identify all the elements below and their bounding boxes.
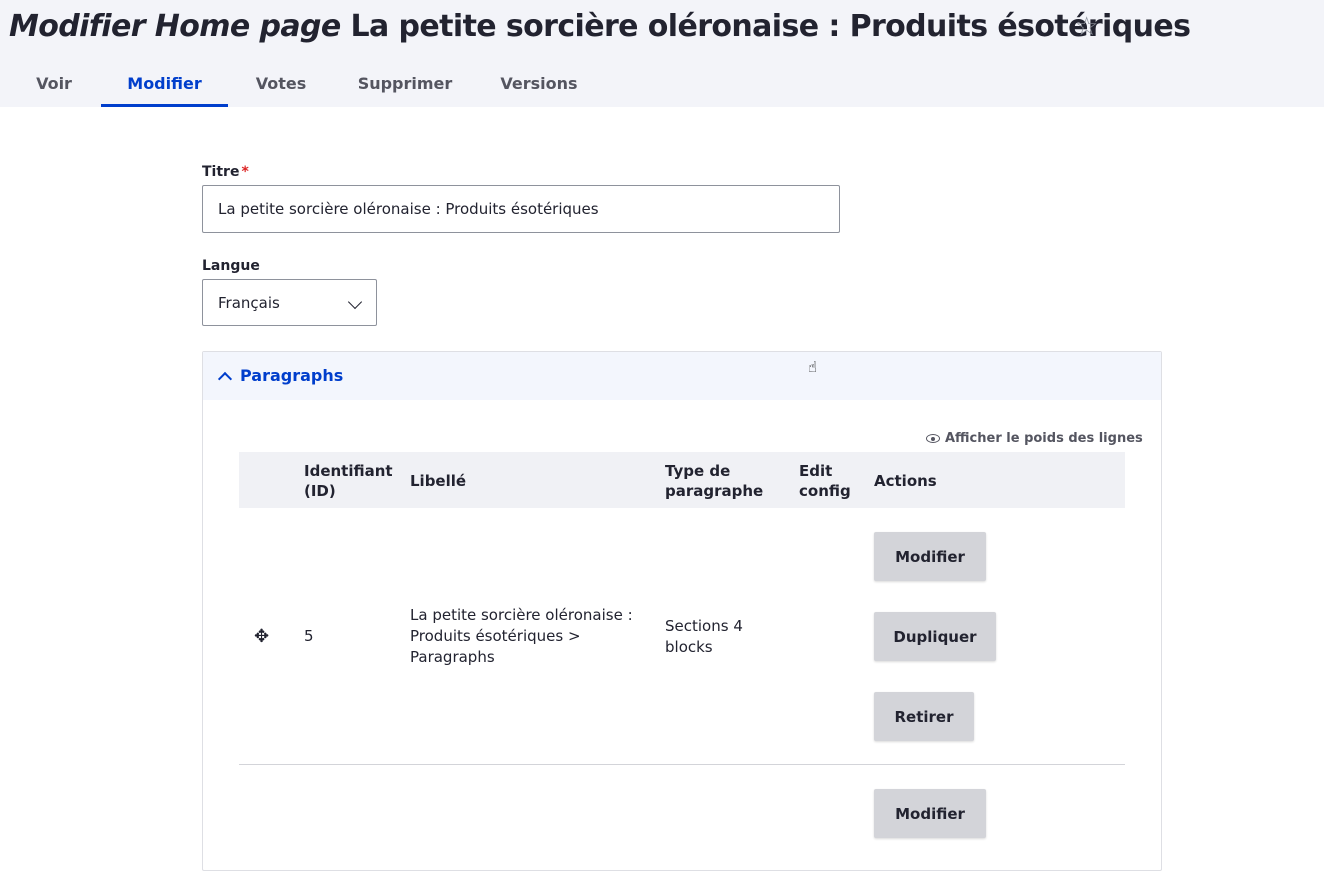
column-header-actions: Actions — [874, 472, 937, 490]
table-header: Identifiant (ID) Libellé Type de paragra… — [239, 452, 1125, 508]
column-header-edit-config: Edit config — [799, 462, 851, 500]
row-label: La petite sorcière oléronaise : Produits… — [410, 606, 633, 666]
title-label: Titre * — [202, 164, 249, 180]
tab-label: Votes — [255, 74, 307, 93]
row-id: 5 — [304, 627, 314, 645]
tab-label: Versions — [500, 74, 578, 93]
edit-button[interactable]: Modifier — [874, 789, 986, 838]
required-mark: * — [241, 164, 249, 180]
eye-icon — [926, 434, 940, 443]
column-header-label: Libellé — [410, 472, 467, 490]
show-weights-toggle[interactable]: Afficher le poids des lignes — [926, 431, 1143, 446]
row-divider — [239, 764, 1125, 765]
tab-label: Supprimer — [357, 74, 453, 93]
chevron-up-icon — [217, 371, 233, 387]
tab-label: Modifier — [127, 74, 202, 93]
drag-handle-icon[interactable]: ✥ — [254, 627, 269, 647]
paragraphs-summary[interactable]: Paragraphs — [203, 352, 1161, 400]
tab-versions[interactable]: Versions — [490, 60, 588, 107]
star-icon[interactable]: ☆ — [1075, 12, 1098, 42]
row-type: Sections 4 blocks — [665, 617, 743, 656]
edit-button[interactable]: Modifier — [874, 532, 986, 581]
title-input-value: La petite sorcière oléronaise : Produits… — [218, 200, 599, 218]
column-header-id: Identifiant (ID) — [304, 462, 393, 500]
page-header: Modifier Home page La petite sorcière ol… — [0, 0, 1324, 107]
chevron-down-icon — [347, 294, 363, 310]
show-weights-label: Afficher le poids des lignes — [945, 431, 1143, 446]
tab-supprimer[interactable]: Supprimer — [350, 60, 460, 107]
tab-modifier[interactable]: Modifier — [101, 60, 228, 107]
tab-voir[interactable]: Voir — [20, 60, 88, 107]
language-select-value: Français — [218, 293, 280, 312]
paragraphs-details: Paragraphs Afficher le poids des lignes … — [202, 351, 1162, 871]
remove-button[interactable]: Retirer — [874, 692, 974, 741]
duplicate-button[interactable]: Dupliquer — [874, 612, 996, 661]
paragraphs-summary-label: Paragraphs — [240, 366, 344, 385]
language-select[interactable]: Français — [202, 279, 377, 326]
column-header-type: Type de paragraphe — [665, 462, 764, 500]
active-tab-underline — [101, 104, 228, 107]
title-input[interactable]: La petite sorcière oléronaise : Produits… — [202, 185, 840, 233]
page-title-main: La petite sorcière oléronaise : Produits… — [350, 9, 1191, 44]
title-label-text: Titre — [202, 164, 240, 180]
page-title: Modifier Home page La petite sorcière ol… — [9, 8, 1191, 46]
language-label: Langue — [202, 258, 260, 274]
tab-label: Voir — [36, 74, 72, 93]
tab-votes[interactable]: Votes — [245, 60, 317, 107]
page-title-prefix: Modifier Home page — [9, 9, 341, 44]
hand-cursor-icon: ☝ — [808, 358, 818, 376]
